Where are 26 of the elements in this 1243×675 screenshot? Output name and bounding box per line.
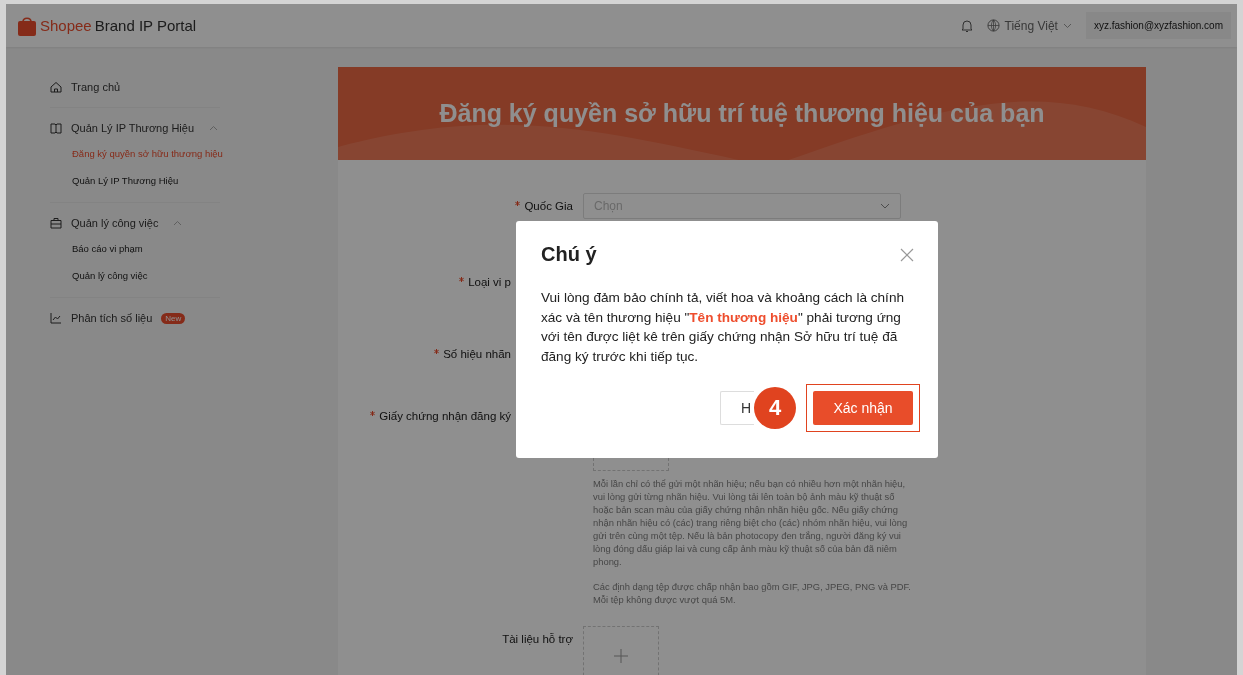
banner-title: Đăng ký quyền sở hữu trí tuệ thương hiệu của bạn: [439, 99, 1045, 128]
sidebar-item[interactable]: Quản lý công việc: [50, 211, 220, 235]
sidebar-item[interactable]: Trang chủ: [50, 75, 220, 99]
sidebar-subitem[interactable]: Quản lý công việc: [50, 262, 220, 289]
language-selector[interactable]: Tiếng Việt: [986, 18, 1072, 33]
logo-brand-text: Shopee: [40, 17, 92, 34]
help-text: Các định dạng tệp được chấp nhận bao gồm GIF, JPG, JPEG, PNG và PDF. Mỗi tệp không được vượt quá 5M.: [593, 580, 911, 606]
modal-title: Chú ý: [541, 243, 597, 266]
sidebar-subitem[interactable]: Đăng ký quyền sở hữu thương hiệu: [50, 140, 220, 167]
sidebar-subitem[interactable]: Báo cáo vi phạm: [50, 235, 220, 262]
sidebar-item[interactable]: Phân tích số liệu New: [50, 306, 220, 330]
new-badge: New: [161, 312, 186, 324]
field-label: Loại vi p: [468, 276, 511, 288]
cancel-button[interactable]: H: [720, 391, 754, 425]
field-label: Giấy chứng nhận đăng ký: [379, 410, 511, 422]
field-label: Số hiệu nhãn: [443, 348, 511, 360]
sidebar-item[interactable]: Quản Lý IP Thương Hiệu: [50, 116, 220, 140]
logo-product-text: Brand IP Portal: [94, 17, 197, 34]
modal-message: Vui lòng đảm bảo chính tả, viết hoa và khoảng cách là chính xác và tên thương hiệu "Tên thương hiệu" phải tương ứng với tên được liệt kê trên giấy chứng nhận Sở hữu trí tuệ đã đăng ký trước khi tiếp tục.: [541, 289, 905, 366]
help-text: Mỗi lần chỉ có thể gửi một nhãn hiệu; nếu bạn có nhiều hơn một nhãn hiệu, vui lòng gửi từng nhãn hiệu. Vui lòng tải lên toàn bộ ảnh màu kỹ thuật số hoặc bản scan màu của giấy chứng nhận nhãn hiệu gốc. Nếu giấy chứng nhận nhãn hiệu có (các) trang riêng biệt cho (các) nhóm nhãn hiệu, vui lòng gửi trên cùng một tệp. Nếu là bản photocopy đen trắng, người đăng ký vui lòng đóng dấu giáp lai và cung cấp ảnh màu kỹ thuật số của bản đã niêm phong.: [593, 477, 909, 568]
confirm-button[interactable]: Xác nhận: [813, 391, 913, 425]
field-label: Tài liệu hỗ trợ: [502, 633, 573, 645]
sidebar-subitem[interactable]: Quản Lý IP Thương Hiệu: [50, 167, 220, 194]
step-number-badge: 4: [754, 387, 796, 429]
account-button[interactable]: xyz.fashion@xyzfashion.com: [1085, 12, 1231, 39]
field-label: Quốc Gia: [524, 200, 573, 212]
